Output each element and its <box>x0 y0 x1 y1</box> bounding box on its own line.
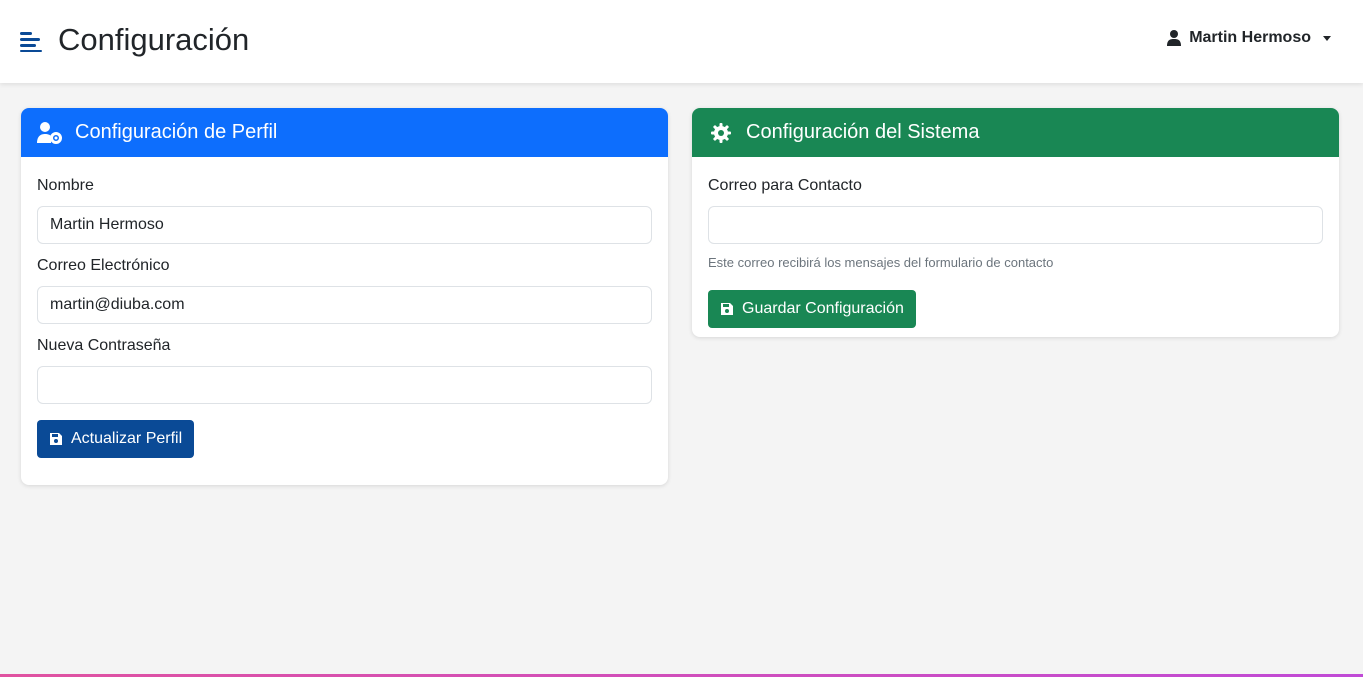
user-gear-icon <box>37 121 63 144</box>
profile-card-title: Configuración de Perfil <box>75 121 278 143</box>
system-card-title: Configuración del Sistema <box>746 121 980 143</box>
menu-icon[interactable] <box>20 30 42 52</box>
contact-email-help: Este correo recibirá los mensajes del fo… <box>708 255 1054 270</box>
system-settings-card: Configuración del Sistema Correo para Co… <box>692 108 1339 337</box>
update-profile-button[interactable]: Actualizar Perfil <box>37 420 195 458</box>
save-settings-button[interactable]: Guardar Configuración <box>708 290 916 328</box>
profile-settings-card: Configuración de Perfil Nombre Correo El… <box>21 108 668 485</box>
page-title: Configuración <box>58 22 250 57</box>
password-input[interactable] <box>37 366 652 404</box>
name-label: Nombre <box>37 177 94 194</box>
contact-email-label: Correo para Contacto <box>708 177 862 194</box>
update-profile-label: Actualizar Perfil <box>71 430 183 447</box>
password-label: Nueva Contraseña <box>37 337 171 354</box>
save-icon <box>721 303 733 315</box>
save-icon <box>50 433 62 445</box>
user-name: Martin Hermoso <box>1189 29 1311 46</box>
contact-email-input[interactable] <box>708 206 1323 244</box>
user-icon <box>1167 30 1182 46</box>
name-input[interactable] <box>37 206 652 244</box>
chevron-down-icon <box>1323 35 1331 41</box>
save-settings-label: Guardar Configuración <box>742 300 904 317</box>
system-card-header: Configuración del Sistema <box>692 108 1339 157</box>
email-label: Correo Electrónico <box>37 257 170 274</box>
email-input[interactable] <box>37 286 652 324</box>
profile-card-header: Configuración de Perfil <box>21 108 668 157</box>
gear-icon <box>708 122 734 144</box>
top-navbar: Configuración Martin Hermoso <box>0 0 1363 83</box>
user-dropdown[interactable]: Martin Hermoso <box>1167 29 1331 47</box>
